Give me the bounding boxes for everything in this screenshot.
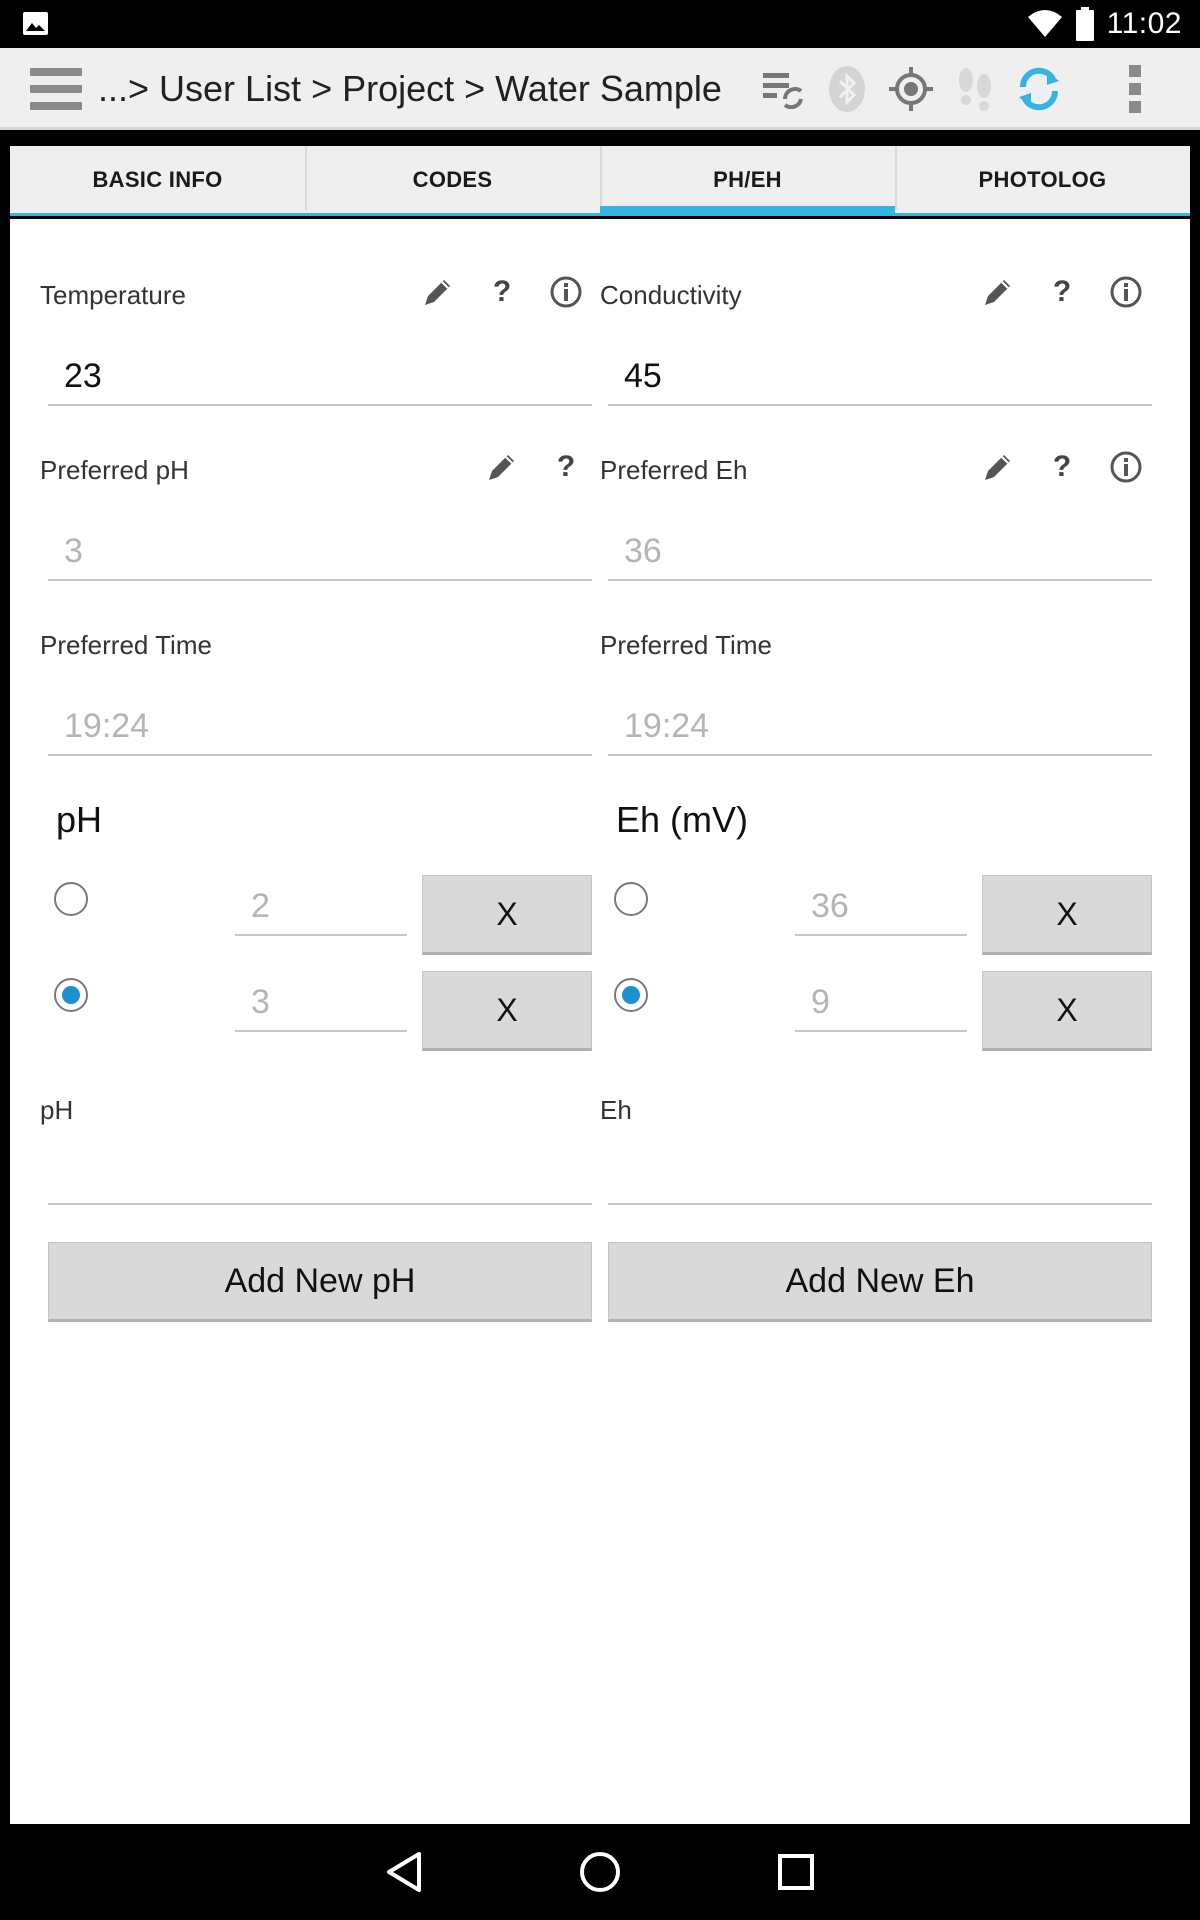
tab-ph-eh[interactable]: PH/EH: [600, 146, 895, 216]
remove-eh-entry-button[interactable]: X: [982, 971, 1152, 1051]
ph-entry-input[interactable]: 2: [235, 878, 407, 936]
info-icon[interactable]: [1108, 274, 1144, 310]
pencil-icon[interactable]: [484, 449, 520, 485]
info-icon[interactable]: [1108, 449, 1144, 485]
battery-icon: [1075, 7, 1094, 41]
eh-entry-radio[interactable]: [614, 882, 648, 916]
preferred-time-input[interactable]: 19:24: [608, 702, 1152, 756]
pencil-icon[interactable]: [980, 274, 1016, 310]
overflow-menu-icon[interactable]: [1110, 64, 1160, 114]
remove-eh-entry-button[interactable]: X: [982, 875, 1152, 955]
form-content: Temperature ? 23 Preferred pH ? 3 Prefer…: [10, 219, 1190, 1824]
preferred-eh-label: Preferred Eh: [600, 455, 748, 485]
preferred-time-label: Preferred Time: [600, 630, 772, 660]
temperature-label: Temperature: [40, 280, 186, 310]
eh-entry-input[interactable]: 36: [795, 878, 967, 936]
ph-entry-radio[interactable]: [54, 882, 88, 916]
tab-basic-info[interactable]: BASIC INFO: [10, 146, 305, 213]
tab-photolog[interactable]: PHOTOLOG: [895, 146, 1190, 213]
menu-icon[interactable]: [30, 68, 82, 110]
breadcrumb[interactable]: ...> User List > Project > Water Sample: [98, 68, 722, 110]
recents-icon[interactable]: [770, 1846, 822, 1898]
preferred-time-label: Preferred Time: [40, 630, 212, 660]
navigation-bar: [0, 1824, 1200, 1920]
preferred-time-input[interactable]: 19:24: [48, 702, 592, 756]
eh-entry-radio[interactable]: [614, 978, 648, 1012]
pencil-icon[interactable]: [420, 274, 456, 310]
bluetooth-icon[interactable]: [822, 64, 872, 114]
footsteps-icon[interactable]: [950, 64, 1000, 114]
help-icon[interactable]: ?: [1044, 449, 1080, 485]
clock: 11:02: [1106, 7, 1182, 40]
remove-ph-entry-button[interactable]: X: [422, 971, 592, 1051]
refresh-icon[interactable]: [1014, 64, 1064, 114]
ph-entry-input[interactable]: 3: [235, 974, 407, 1032]
new-eh-input[interactable]: [608, 1151, 1152, 1205]
eh-entry-input[interactable]: 9: [795, 974, 967, 1032]
tab-bar: BASIC INFO CODES PH/EH PHOTOLOG: [10, 146, 1190, 216]
wifi-icon: [1027, 10, 1062, 37]
home-icon[interactable]: [574, 1846, 626, 1898]
status-bar: 11:02: [0, 0, 1200, 48]
eh-section-title: Eh (mV): [616, 799, 749, 840]
ph-section-title: pH: [56, 799, 103, 840]
help-icon[interactable]: ?: [1044, 274, 1080, 310]
tab-codes[interactable]: CODES: [305, 146, 600, 213]
conductivity-input[interactable]: 45: [608, 352, 1152, 406]
image-icon: [23, 12, 48, 35]
new-ph-label: pH: [40, 1095, 74, 1125]
preferred-ph-input[interactable]: 3: [48, 527, 592, 581]
ph-entry-radio[interactable]: [54, 978, 88, 1012]
info-icon[interactable]: [548, 274, 584, 310]
help-icon[interactable]: ?: [548, 449, 584, 485]
preferred-ph-label: Preferred pH: [40, 455, 189, 485]
action-bar: ...> User List > Project > Water Sample: [0, 48, 1200, 130]
conductivity-label: Conductivity: [600, 280, 742, 310]
remove-ph-entry-button[interactable]: X: [422, 875, 592, 955]
gps-icon[interactable]: [886, 64, 936, 114]
new-eh-label: Eh: [600, 1095, 632, 1125]
back-icon[interactable]: [378, 1846, 430, 1898]
preferred-eh-input[interactable]: 36: [608, 527, 1152, 581]
temperature-input[interactable]: 23: [48, 352, 592, 406]
add-new-eh-button[interactable]: Add New Eh: [608, 1242, 1152, 1322]
help-icon[interactable]: ?: [484, 274, 520, 310]
new-ph-input[interactable]: [48, 1151, 592, 1205]
add-new-ph-button[interactable]: Add New pH: [48, 1242, 592, 1322]
pencil-icon[interactable]: [980, 449, 1016, 485]
sync-settings-icon[interactable]: [758, 64, 808, 114]
